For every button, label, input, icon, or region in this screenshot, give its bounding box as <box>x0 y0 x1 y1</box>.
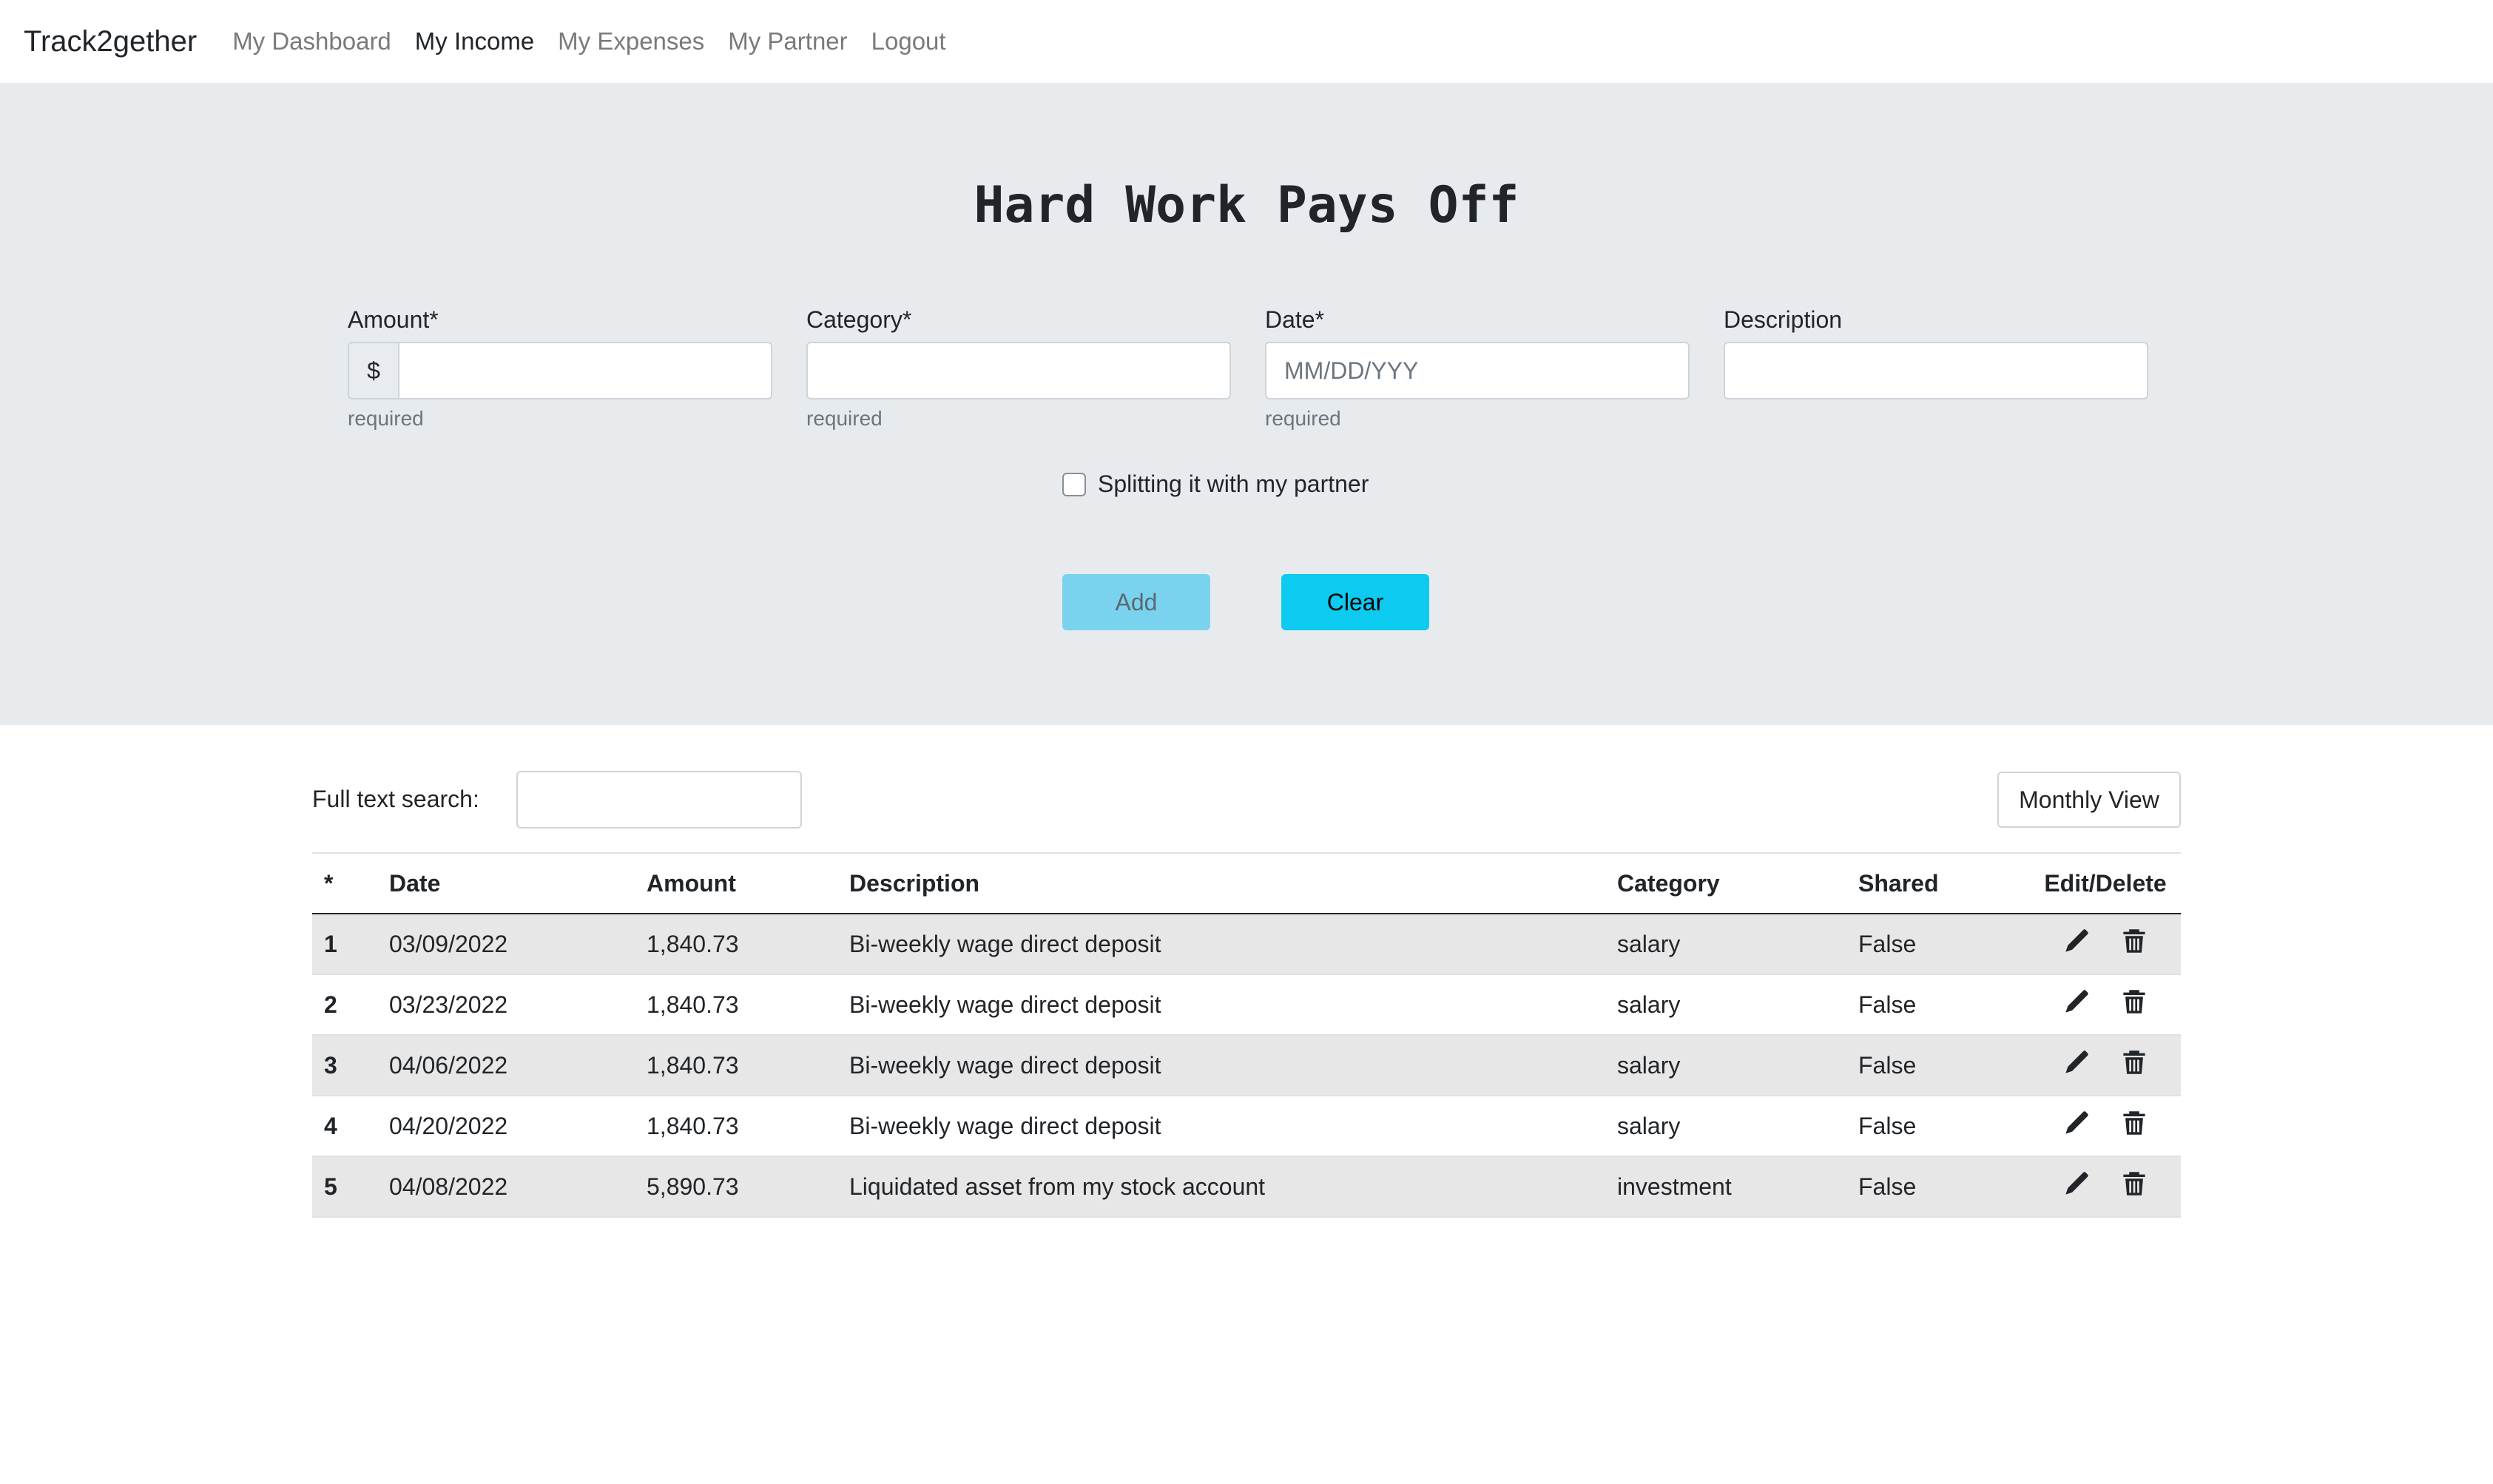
trash-icon[interactable] <box>2121 988 2148 1021</box>
row-actions <box>2030 914 2181 975</box>
row-index: 2 <box>312 974 377 1036</box>
row-amount: 1,840.73 <box>635 914 837 975</box>
header-date: Date <box>377 852 635 914</box>
brand-logo[interactable]: Track2gether <box>24 25 197 58</box>
date-help-text: required <box>1265 407 1341 430</box>
split-checkbox-label[interactable]: Splitting it with my partner <box>1098 471 1369 498</box>
table-row: 3 04/06/2022 1,840.73 Bi-weekly wage direct… <box>312 1035 2181 1096</box>
pencil-icon[interactable] <box>2063 1049 2090 1082</box>
monthly-view-button[interactable]: Monthly View <box>1997 772 2181 828</box>
row-actions <box>2030 1156 2181 1218</box>
trash-icon[interactable] <box>2121 928 2148 960</box>
table-row: 5 04/08/2022 5,890.73 Liquidated asset from… <box>312 1156 2181 1218</box>
header-category: Category <box>1605 852 1846 914</box>
split-checkbox-group: Splitting it with my partner <box>1062 471 1369 498</box>
income-form-panel: Hard Work Pays Off Amount* $ required Ca… <box>0 83 2493 725</box>
pencil-icon[interactable] <box>2063 988 2090 1021</box>
row-date: 03/23/2022 <box>377 974 635 1036</box>
header-index: * <box>312 852 377 914</box>
table-header-row: * Date Amount Description Category Share… <box>312 852 2181 914</box>
row-category: salary <box>1605 1035 1846 1096</box>
amount-field-group: Amount* $ required <box>348 306 772 431</box>
add-button[interactable]: Add <box>1062 574 1210 630</box>
row-actions <box>2030 1035 2181 1096</box>
category-field-group: Category* required <box>806 306 1231 431</box>
split-checkbox[interactable] <box>1062 472 1086 496</box>
row-category: salary <box>1605 974 1846 1036</box>
row-shared: False <box>1846 1035 2030 1096</box>
table-row: 4 04/20/2022 1,840.73 Bi-weekly wage direct… <box>312 1096 2181 1157</box>
header-edit-delete: Edit/Delete <box>2030 852 2181 914</box>
row-index: 3 <box>312 1035 377 1096</box>
row-shared: False <box>1846 914 2030 975</box>
row-index: 1 <box>312 914 377 975</box>
category-label: Category* <box>806 306 912 333</box>
search-input[interactable] <box>516 771 802 829</box>
row-actions <box>2030 974 2181 1036</box>
trash-icon[interactable] <box>2121 1170 2148 1203</box>
row-amount: 1,840.73 <box>635 1096 837 1157</box>
row-actions <box>2030 1096 2181 1157</box>
search-label: Full text search: <box>312 786 479 812</box>
amount-label: Amount* <box>348 306 439 333</box>
row-date: 04/06/2022 <box>377 1035 635 1096</box>
row-date: 03/09/2022 <box>377 914 635 975</box>
description-input[interactable] <box>1724 342 2148 399</box>
table-row: 2 03/23/2022 1,840.73 Bi-weekly wage direct… <box>312 974 2181 1036</box>
income-table: * Date Amount Description Category Share… <box>312 852 2181 1218</box>
row-amount: 1,840.73 <box>635 974 837 1036</box>
row-index: 4 <box>312 1096 377 1157</box>
date-label: Date* <box>1265 306 1325 333</box>
nav-link-partner[interactable]: My Partner <box>728 27 847 55</box>
row-description: Bi-weekly wage direct deposit <box>837 1035 1605 1096</box>
category-help-text: required <box>806 407 883 430</box>
row-category: salary <box>1605 1096 1846 1157</box>
top-navbar: Track2gether My Dashboard My Income My E… <box>0 0 2493 83</box>
description-field-group: Description <box>1724 306 2148 399</box>
dollar-prefix: $ <box>348 342 399 399</box>
row-description: Bi-weekly wage direct deposit <box>837 974 1605 1036</box>
pencil-icon[interactable] <box>2063 1110 2090 1142</box>
row-date: 04/20/2022 <box>377 1096 635 1157</box>
row-date: 04/08/2022 <box>377 1156 635 1218</box>
nav-link-logout[interactable]: Logout <box>871 27 946 55</box>
amount-help-text: required <box>348 407 424 430</box>
header-amount: Amount <box>635 852 837 914</box>
row-description: Bi-weekly wage direct deposit <box>837 1096 1605 1157</box>
amount-input[interactable] <box>399 342 772 399</box>
pencil-icon[interactable] <box>2063 928 2090 960</box>
row-category: salary <box>1605 914 1846 975</box>
header-description: Description <box>837 852 1605 914</box>
row-description: Liquidated asset from my stock account <box>837 1156 1605 1218</box>
row-shared: False <box>1846 1156 2030 1218</box>
table-row: 1 03/09/2022 1,840.73 Bi-weekly wage direct… <box>312 914 2181 975</box>
row-index: 5 <box>312 1156 377 1218</box>
description-label: Description <box>1724 306 1843 333</box>
date-field-group: Date* MM/DD/YYY required <box>1265 306 1690 431</box>
trash-icon[interactable] <box>2121 1110 2148 1142</box>
date-input[interactable]: MM/DD/YYY <box>1265 342 1690 399</box>
category-input[interactable] <box>806 342 1231 399</box>
nav-link-income[interactable]: My Income <box>415 27 534 55</box>
row-shared: False <box>1846 974 2030 1036</box>
header-shared: Shared <box>1846 852 2030 914</box>
page-title: Hard Work Pays Off <box>974 176 1519 235</box>
trash-icon[interactable] <box>2121 1049 2148 1082</box>
row-shared: False <box>1846 1096 2030 1157</box>
nav-link-expenses[interactable]: My Expenses <box>558 27 704 55</box>
row-description: Bi-weekly wage direct deposit <box>837 914 1605 975</box>
row-amount: 5,890.73 <box>635 1156 837 1218</box>
row-category: investment <box>1605 1156 1846 1218</box>
nav-link-dashboard[interactable]: My Dashboard <box>232 27 391 55</box>
pencil-icon[interactable] <box>2063 1170 2090 1203</box>
clear-button[interactable]: Clear <box>1281 574 1429 630</box>
row-amount: 1,840.73 <box>635 1035 837 1096</box>
